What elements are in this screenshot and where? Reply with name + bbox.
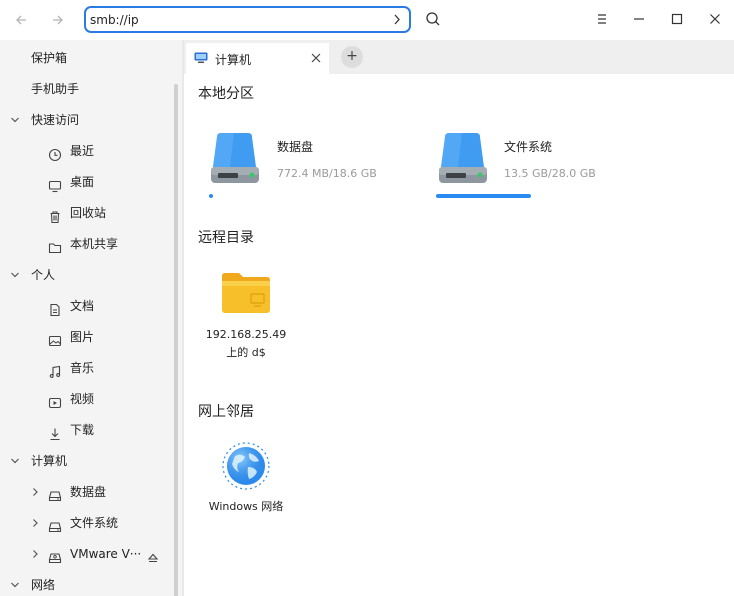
remote-dir-line1: 192.168.25.49 — [205, 328, 287, 341]
sidebar-item-label: 视频 — [70, 392, 95, 406]
maximize-icon[interactable] — [665, 8, 689, 30]
sidebar-item-local-share[interactable]: 本机共享 — [0, 230, 176, 258]
image-icon — [48, 330, 62, 347]
sidebar-item-pictures[interactable]: 图片 — [0, 323, 176, 351]
sidebar-item-label: 数据盘 — [70, 485, 107, 499]
tab-close-icon[interactable] — [308, 49, 324, 67]
drive-icon — [48, 485, 62, 502]
title-bar — [0, 0, 734, 40]
sidebar-item-label: 保护箱 — [31, 51, 68, 65]
sidebar-item-file-system[interactable]: 文件系统 — [0, 509, 176, 537]
monitor-icon — [48, 175, 62, 193]
sidebar-item-label: 下载 — [70, 423, 95, 437]
drive-usage-text: 13.5 GB/28.0 GB — [504, 167, 596, 180]
minimize-icon[interactable] — [627, 8, 651, 30]
chevron-down-icon[interactable] — [8, 571, 22, 596]
sidebar-item-label: 本机共享 — [70, 237, 119, 251]
folder-icon — [48, 237, 62, 254]
back-icon[interactable] — [10, 8, 34, 32]
sidebar-item-documents[interactable]: 文档 — [0, 292, 176, 320]
folder-icon[interactable] — [220, 271, 272, 315]
section-title-local: 本地分区 — [198, 86, 254, 102]
globe-network-icon[interactable] — [221, 441, 271, 491]
drive-file-system-icon[interactable] — [436, 131, 491, 189]
go-button[interactable] — [388, 10, 406, 29]
sidebar-item-downloads[interactable]: 下载 — [0, 416, 176, 444]
sidebar: 保护箱 手机助手 快速访问 最近 桌面 回收站 本机共享 个人 文档 图片 音乐… — [0, 40, 182, 596]
sidebar-group-label: 计算机 — [31, 454, 68, 468]
sidebar-item-desktop[interactable]: 桌面 — [0, 168, 176, 196]
sidebar-item-label: 音乐 — [70, 361, 95, 375]
sidebar-group-computer[interactable]: 计算机 — [0, 447, 176, 475]
disc-drive-icon — [48, 547, 62, 564]
computer-icon — [194, 52, 208, 64]
drive-data-disk-icon[interactable] — [208, 131, 263, 189]
sidebar-item-label: 文件系统 — [70, 516, 119, 530]
drive-usage-text: 772.4 MB/18.6 GB — [277, 167, 377, 180]
music-icon — [48, 361, 62, 378]
sidebar-item-label: 手机助手 — [31, 82, 80, 96]
download-icon — [48, 423, 62, 441]
sidebar-group-label: 网络 — [31, 578, 56, 592]
drive-usage-fill — [436, 194, 531, 198]
section-title-remote: 远程目录 — [198, 230, 254, 246]
drive-usage-fill — [209, 194, 213, 198]
sidebar-group-label: 个人 — [31, 268, 56, 282]
address-bar[interactable] — [84, 6, 411, 33]
drive-usage-bar — [209, 194, 304, 198]
sidebar-item-label: 回收站 — [70, 206, 107, 220]
video-icon — [48, 392, 62, 409]
address-input[interactable] — [90, 10, 380, 29]
sidebar-item-label: 文档 — [70, 299, 95, 313]
eject-icon[interactable] — [146, 547, 160, 563]
sidebar-group-quick-access[interactable]: 快速访问 — [0, 106, 176, 134]
drive-usage-bar — [436, 194, 634, 198]
document-icon — [48, 299, 62, 317]
search-icon[interactable] — [422, 8, 444, 30]
sidebar-item-music[interactable]: 音乐 — [0, 354, 176, 382]
remote-dir-label[interactable]: 192.168.25.49 上的 d$ — [200, 326, 292, 362]
trash-icon — [48, 206, 62, 224]
forward-icon[interactable] — [45, 8, 69, 32]
drive-name[interactable]: 数据盘 — [277, 138, 313, 155]
tab-label: 计算机 — [215, 53, 252, 67]
tab-computer[interactable]: 计算机 — [186, 43, 329, 74]
sidebar-item-vmware-disc[interactable]: VMware V··· — [0, 540, 176, 568]
tab-bar: 计算机 + — [184, 40, 734, 74]
section-title-network: 网上邻居 — [198, 404, 254, 420]
sidebar-item-label: VMware V··· — [70, 547, 142, 561]
new-tab-button[interactable]: + — [341, 46, 363, 68]
close-icon[interactable] — [703, 8, 727, 30]
sidebar-item-data-disk[interactable]: 数据盘 — [0, 478, 176, 506]
sidebar-item-safe-box[interactable]: 保护箱 — [0, 44, 176, 72]
sidebar-item-label: 最近 — [70, 144, 95, 158]
network-item-label[interactable]: Windows 网络 — [200, 498, 292, 516]
sidebar-item-videos[interactable]: 视频 — [0, 385, 176, 413]
sidebar-group-network[interactable]: 网络 — [0, 571, 176, 596]
sidebar-group-label: 快速访问 — [31, 113, 80, 127]
drive-name[interactable]: 文件系统 — [504, 138, 552, 155]
sidebar-scrollbar[interactable] — [174, 84, 178, 596]
sidebar-item-recent[interactable]: 最近 — [0, 137, 176, 165]
sidebar-group-personal[interactable]: 个人 — [0, 261, 176, 289]
sidebar-item-trash[interactable]: 回收站 — [0, 199, 176, 227]
remote-dir-line2: 上的 d$ — [226, 346, 266, 359]
hamburger-menu-icon[interactable] — [590, 8, 614, 30]
drive-icon — [48, 516, 62, 533]
sidebar-item-label: 图片 — [70, 330, 95, 344]
main-content: 本地分区 数据盘 772.4 MB/18.6 GB 文件系统 13.5 GB/2… — [184, 74, 734, 596]
sidebar-item-label: 桌面 — [70, 175, 95, 189]
sidebar-item-phone-assistant[interactable]: 手机助手 — [0, 75, 176, 103]
clock-icon — [48, 144, 62, 162]
